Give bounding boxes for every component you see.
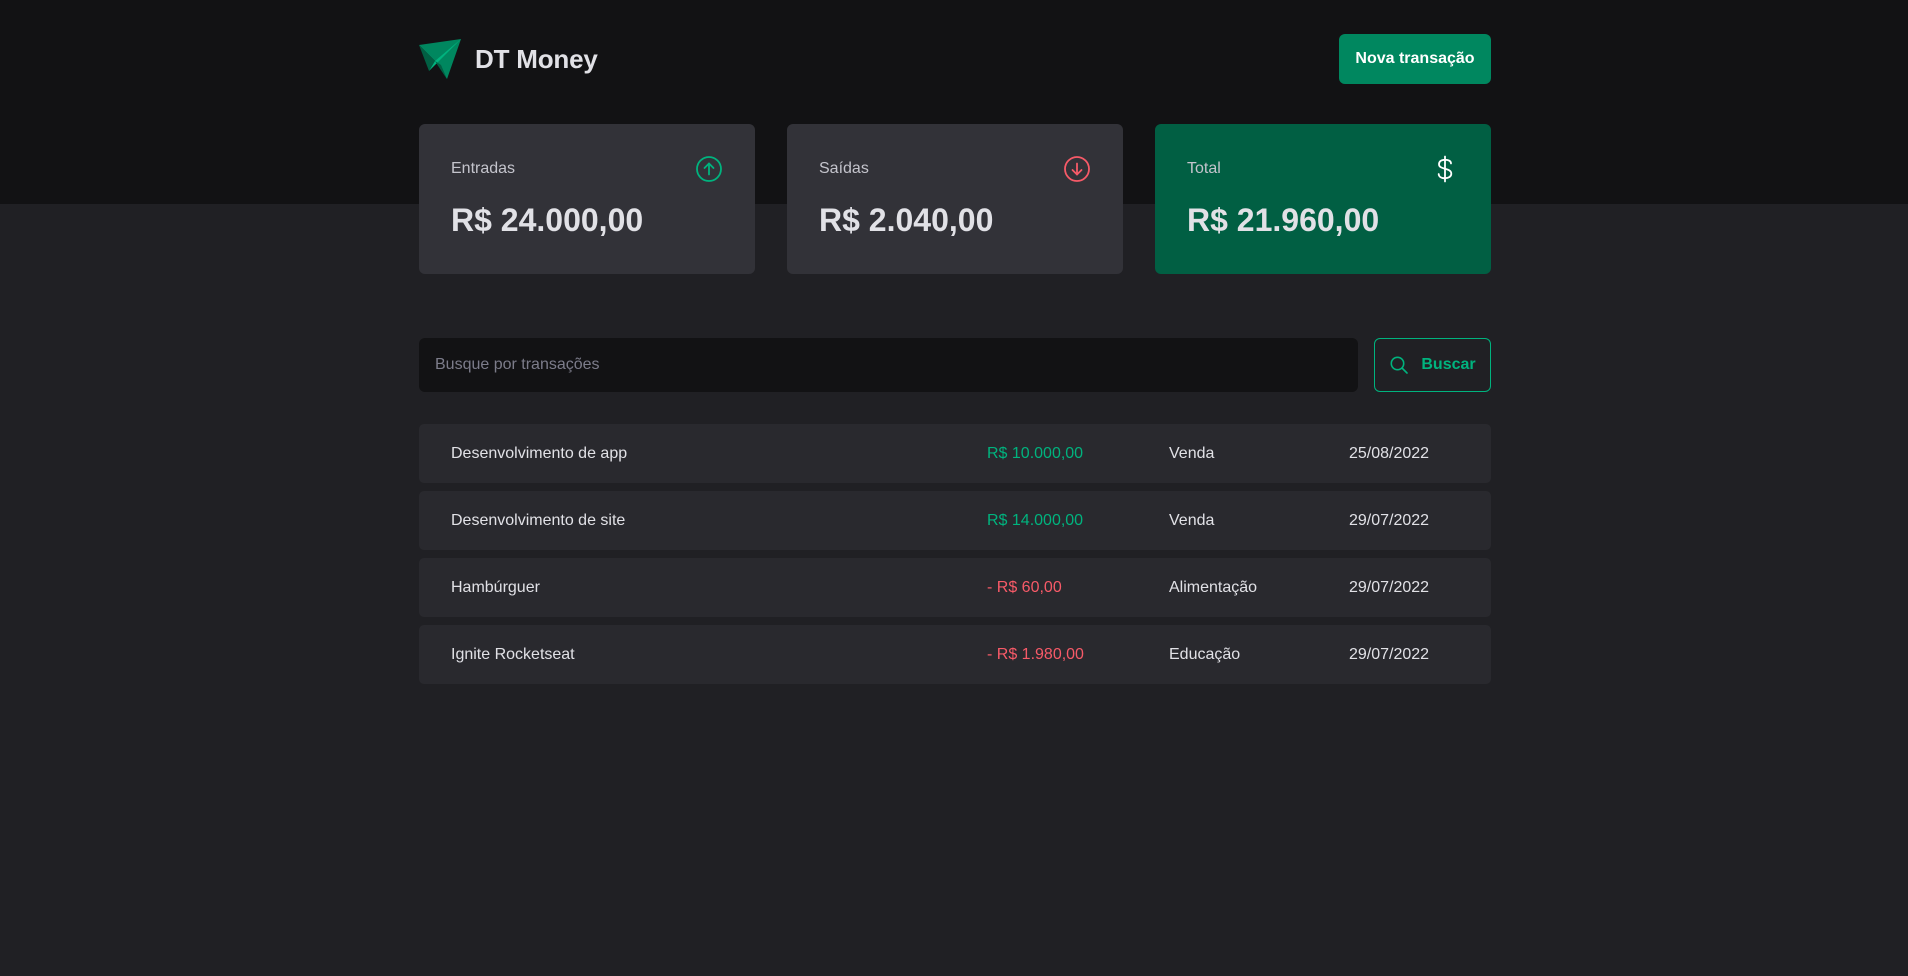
transaction-description: Desenvolvimento de app (451, 444, 628, 462)
transaction-category: Educação (1169, 645, 1241, 663)
new-transaction-button[interactable]: Nova transação (1339, 34, 1491, 84)
outcome-card: Saídas R$ 2.040,00 (787, 124, 1123, 274)
table-row: Ignite Rocketseat - R$ 1.980,00 Educação… (419, 625, 1491, 684)
transaction-price: - R$ 60,00 (987, 578, 1062, 596)
arrow-circle-up-icon (695, 155, 723, 183)
total-label: Total (1187, 160, 1221, 177)
dollar-icon (1431, 155, 1459, 183)
search-input[interactable] (419, 338, 1358, 392)
income-value: R$ 24.000,00 (451, 202, 644, 238)
transaction-date: 29/07/2022 (1349, 645, 1430, 663)
income-card: Entradas R$ 24.000,00 (419, 124, 755, 274)
transaction-description: Desenvolvimento de site (451, 511, 626, 529)
arrow-circle-down-icon (1063, 155, 1091, 183)
total-value: R$ 21.960,00 (1187, 202, 1380, 238)
outcome-value: R$ 2.040,00 (819, 202, 994, 238)
table-row: Desenvolvimento de app R$ 10.000,00 Vend… (419, 424, 1491, 483)
transactions-table: Desenvolvimento de app R$ 10.000,00 Vend… (419, 424, 1491, 692)
transaction-description: Ignite Rocketseat (451, 645, 575, 663)
transaction-category: Alimentação (1169, 578, 1258, 596)
search-button-label: Buscar (1421, 356, 1476, 373)
transaction-category: Venda (1169, 444, 1215, 462)
transaction-description: Hambúrguer (451, 578, 540, 596)
summary-cards: Entradas R$ 24.000,00 Saídas R$ 2.040,00… (419, 124, 1491, 274)
transaction-category: Venda (1169, 511, 1215, 529)
app-name: DT Money (475, 43, 598, 74)
search-icon (1389, 355, 1409, 375)
income-label: Entradas (451, 160, 516, 177)
transaction-date: 29/07/2022 (1349, 578, 1430, 596)
transaction-price: - R$ 1.980,00 (987, 645, 1084, 663)
table-row: Desenvolvimento de site R$ 14.000,00 Ven… (419, 491, 1491, 550)
paper-plane-logo-icon (419, 39, 461, 79)
transaction-date: 29/07/2022 (1349, 511, 1430, 529)
search-button[interactable]: Buscar (1374, 338, 1491, 392)
transaction-price: R$ 14.000,00 (987, 511, 1084, 529)
table-row: Hambúrguer - R$ 60,00 Alimentação 29/07/… (419, 558, 1491, 617)
outcome-label: Saídas (819, 160, 869, 177)
brand: DT Money (419, 39, 598, 79)
transaction-date: 25/08/2022 (1349, 444, 1430, 462)
search-form: Buscar (419, 338, 1491, 392)
total-card: Total R$ 21.960,00 (1155, 124, 1491, 274)
transaction-price: R$ 10.000,00 (987, 444, 1084, 462)
header: DT Money Nova transação (419, 34, 1491, 84)
